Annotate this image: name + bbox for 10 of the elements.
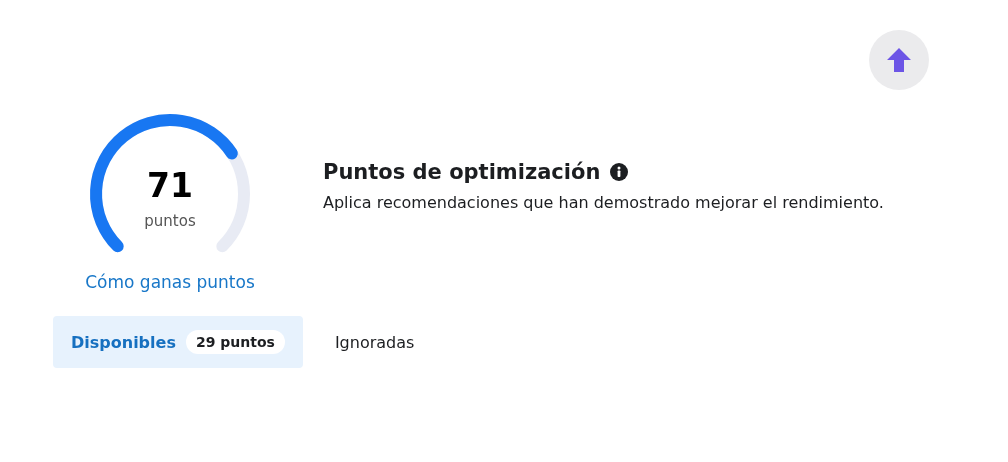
score-unit: puntos bbox=[144, 212, 196, 230]
info-icon[interactable] bbox=[610, 163, 629, 181]
points-badge: 29 puntos bbox=[185, 330, 285, 354]
tab[interactable]: Disponibles 29 puntos bbox=[53, 316, 303, 368]
up-arrow-icon bbox=[886, 47, 912, 73]
section-description: Aplica recomendaciones que han demostrado mejorar el rendimiento. bbox=[323, 193, 884, 212]
how-points-link[interactable]: Cómo ganas puntos bbox=[85, 272, 255, 292]
score-value: 71 bbox=[147, 166, 193, 206]
tab[interactable]: Ignoradas bbox=[316, 316, 433, 368]
section-title: Puntos de optimización bbox=[323, 160, 601, 184]
